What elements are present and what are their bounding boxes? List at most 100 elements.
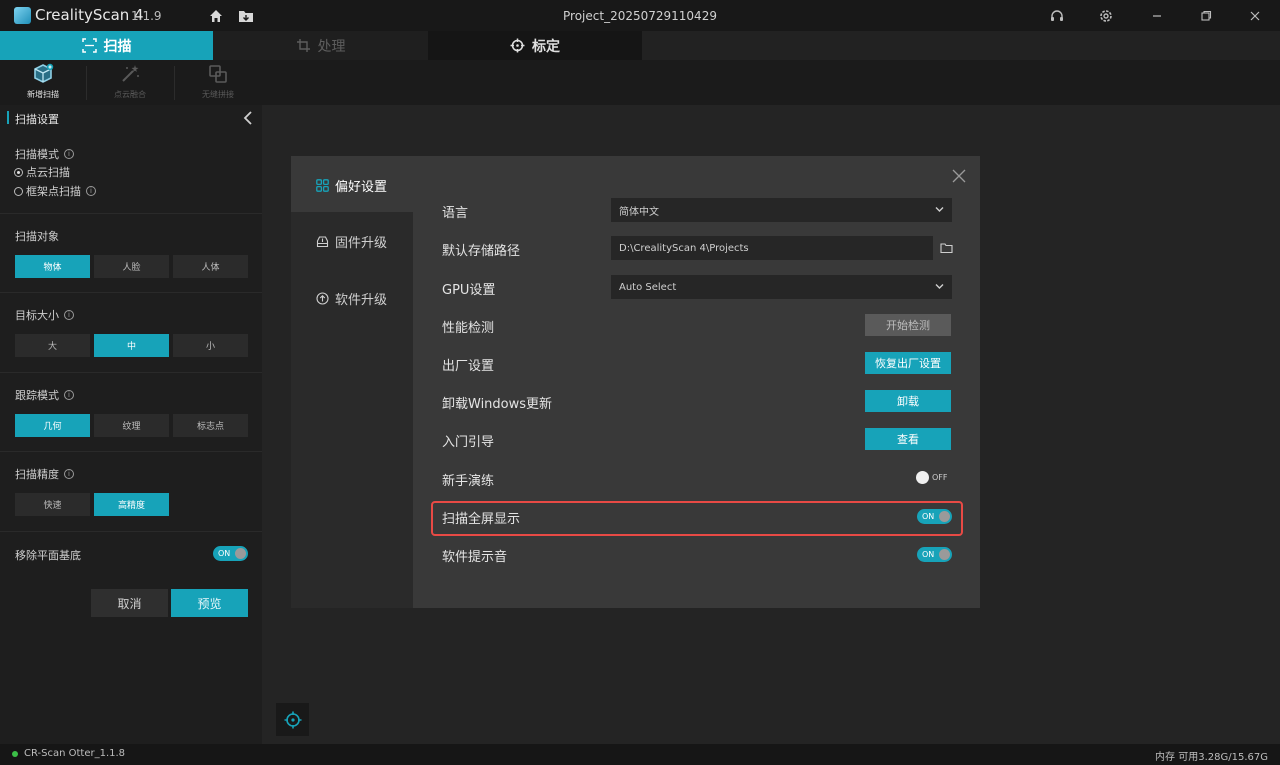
- target-size-option-medium[interactable]: 中: [94, 334, 169, 357]
- connection-status-icon: [12, 751, 18, 757]
- sound-label: 软件提示音: [442, 550, 508, 565]
- scan-settings-header: 扫描设置: [0, 108, 262, 128]
- section-divider: [0, 213, 262, 214]
- collapse-panel-icon[interactable]: [242, 111, 254, 125]
- new-scan-button[interactable]: 新增扫描: [0, 62, 86, 100]
- seamless-merge-button[interactable]: 无缝拼接: [175, 62, 261, 100]
- tab-calibrate[interactable]: 标定: [428, 31, 642, 60]
- crop-icon: [296, 38, 311, 53]
- storage-path-field[interactable]: D:\CrealityScan 4\Projects: [611, 236, 933, 260]
- info-icon[interactable]: i: [64, 310, 74, 320]
- scan-object-option-object[interactable]: 物体: [15, 255, 90, 278]
- new-scan-label: 新增扫描: [27, 90, 59, 99]
- close-dialog-icon[interactable]: [951, 168, 967, 184]
- status-bar: [0, 744, 1280, 765]
- fullscreen-scan-toggle[interactable]: ON: [917, 509, 952, 524]
- headset-icon[interactable]: [1049, 8, 1065, 24]
- remove-plane-toggle[interactable]: ON: [213, 546, 248, 561]
- sound-toggle[interactable]: ON: [917, 547, 952, 562]
- tracking-mode-option-markers[interactable]: 标志点: [173, 414, 248, 437]
- seamless-merge-label: 无缝拼接: [202, 90, 234, 99]
- tab-process[interactable]: 处理: [213, 31, 428, 60]
- scan-object-title: 扫描对象: [15, 230, 59, 243]
- wand-icon: [118, 62, 142, 86]
- scan-precision-option-high[interactable]: 高精度: [94, 493, 169, 516]
- sidebar-item-preferences[interactable]: 偏好设置: [316, 176, 387, 195]
- info-icon[interactable]: i: [86, 186, 96, 196]
- getting-started-label: 入门引导: [442, 435, 495, 450]
- fullscreen-scan-label: 扫描全屏显示: [442, 512, 521, 527]
- target-size-option-large[interactable]: 大: [15, 334, 90, 357]
- minimize-icon[interactable]: [1149, 8, 1165, 24]
- radio-selected-icon: [14, 167, 23, 177]
- point-cloud-fusion-label: 点云融合: [114, 90, 146, 99]
- info-icon[interactable]: i: [64, 390, 74, 400]
- point-cloud-fusion-button[interactable]: 点云融合: [87, 62, 173, 100]
- radio-point-cloud-scan[interactable]: 点云扫描: [14, 164, 70, 180]
- toggle-knob: [235, 548, 246, 559]
- firmware-icon: [316, 235, 329, 248]
- restore-factory-button[interactable]: 恢复出厂设置: [865, 352, 951, 374]
- scan-precision-title: 扫描精度 i: [15, 466, 74, 482]
- tracking-mode-option-texture[interactable]: 纹理: [94, 414, 169, 437]
- tutorial-toggle[interactable]: OFF: [914, 470, 949, 485]
- scan-mode-title: 扫描模式 i: [15, 146, 74, 162]
- uninstall-button[interactable]: 卸载: [865, 390, 951, 412]
- gpu-select[interactable]: Auto Select: [611, 275, 952, 299]
- uninstall-updates-label: 卸载Windows更新: [442, 397, 553, 412]
- locate-button[interactable]: [276, 703, 309, 736]
- sidebar-item-firmware-upgrade[interactable]: 固件升级: [316, 232, 387, 251]
- factory-settings-label: 出厂设置: [442, 359, 495, 374]
- gear-icon[interactable]: [1098, 8, 1114, 24]
- toggle-knob: [939, 549, 950, 560]
- scan-object-option-body[interactable]: 人体: [173, 255, 248, 278]
- preview-button[interactable]: 预览: [171, 589, 248, 617]
- crosshair-icon: [283, 710, 303, 730]
- tab-scan[interactable]: 扫描: [0, 31, 213, 60]
- sidebar-item-software-upgrade[interactable]: 软件升级: [316, 289, 387, 308]
- section-divider: [0, 531, 262, 532]
- tab-calibrate-label: 标定: [532, 38, 560, 55]
- target-size-title: 目标大小 i: [15, 307, 74, 323]
- storage-path-label: 默认存储路径: [442, 244, 521, 259]
- section-divider: [0, 372, 262, 373]
- device-name: CR-Scan Otter_1.1.8: [24, 748, 126, 759]
- merge-icon: [206, 62, 230, 86]
- section-divider: [0, 292, 262, 293]
- memory-status: 内存 可用3.28G/15.67G: [1155, 752, 1268, 763]
- target-size-option-small[interactable]: 小: [173, 334, 248, 357]
- restore-icon[interactable]: [1198, 8, 1214, 24]
- info-icon[interactable]: i: [64, 149, 74, 159]
- start-test-button[interactable]: 开始检测: [865, 314, 951, 336]
- chevron-down-icon: [935, 283, 944, 290]
- scan-precision-option-fast[interactable]: 快速: [15, 493, 90, 516]
- close-window-icon[interactable]: [1247, 8, 1263, 24]
- toggle-knob: [939, 511, 950, 522]
- tracking-mode-option-geometry[interactable]: 几何: [15, 414, 90, 437]
- grid-icon: [316, 179, 329, 192]
- tab-process-label: 处理: [317, 38, 346, 55]
- language-label: 语言: [442, 206, 469, 221]
- project-title: Project_20250729110429: [563, 9, 717, 23]
- info-icon[interactable]: i: [64, 469, 74, 479]
- add-scan-cube-icon: [31, 62, 55, 86]
- performance-test-label: 性能检测: [442, 321, 495, 336]
- folder-browse-icon[interactable]: [940, 242, 953, 254]
- view-guide-button[interactable]: 查看: [865, 428, 951, 450]
- language-select[interactable]: 简体中文: [611, 198, 952, 222]
- tracking-mode-title: 跟踪模式 i: [15, 387, 74, 403]
- tab-scan-label: 扫描: [103, 38, 132, 55]
- cancel-button[interactable]: 取消: [91, 589, 168, 617]
- preferences-sidebar: [291, 156, 413, 608]
- tutorial-label: 新手演练: [442, 474, 495, 489]
- radio-frame-point-scan[interactable]: 框架点扫描 i: [14, 183, 96, 199]
- section-divider: [0, 451, 262, 452]
- software-upgrade-icon: [316, 292, 329, 305]
- chevron-down-icon: [935, 206, 944, 213]
- target-icon: [510, 38, 525, 53]
- toggle-knob: [916, 471, 929, 484]
- scan-object-option-face[interactable]: 人脸: [94, 255, 169, 278]
- scan-icon: [81, 38, 97, 53]
- scan-settings-title: 扫描设置: [15, 113, 59, 126]
- remove-plane-label: 移除平面基底: [15, 549, 81, 562]
